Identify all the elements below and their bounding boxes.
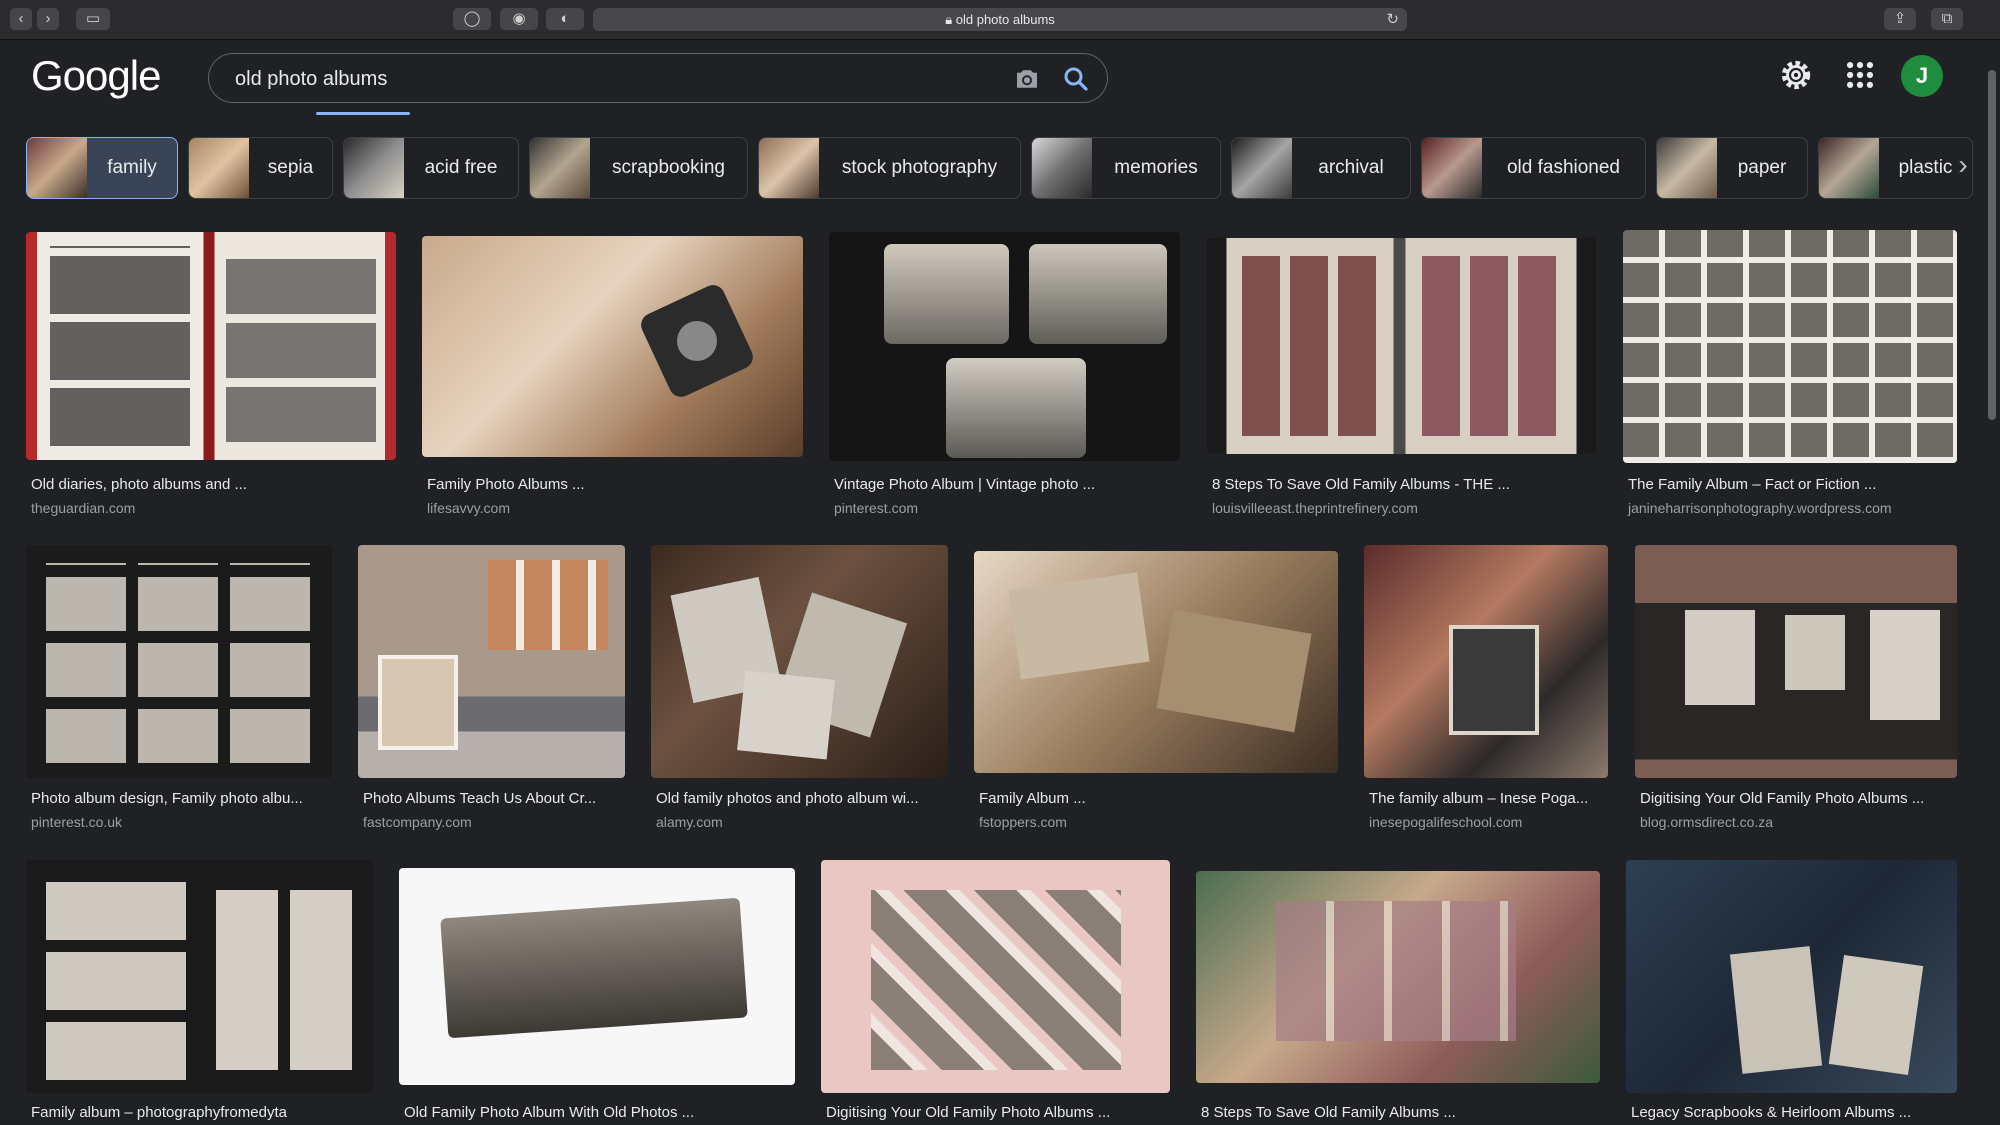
result-thumbnail [1635, 545, 1957, 778]
chip-thumbnail [1232, 138, 1292, 198]
chip-memories[interactable]: memories [1031, 137, 1221, 199]
address-bar[interactable]: 🔒︎ old photo albums ↻ [593, 8, 1407, 31]
lock-icon: 🔒︎ [945, 12, 953, 27]
result-title[interactable]: 8 Steps To Save Old Family Albums ... [1201, 1104, 1456, 1121]
chip-thumbnail [1422, 138, 1482, 198]
result-thumbnail [1364, 545, 1608, 778]
result-thumbnail [1196, 871, 1600, 1083]
chip-thumbnail [1032, 138, 1092, 198]
result-title[interactable]: Photo album design, Family photo albu... [31, 790, 303, 807]
result-source[interactable]: pinterest.co.uk [31, 814, 122, 830]
chip-label: stock photography [841, 157, 998, 178]
result-source[interactable]: fastcompany.com [363, 814, 472, 830]
browser-toolbar: ‹ › ▭ ◯ ◉ ◐ 🔒︎ old photo albums ↻ ⇪ ⧉ [0, 0, 2000, 40]
chip-label: scrapbooking [611, 157, 726, 178]
result-thumbnail [974, 551, 1338, 773]
result-title[interactable]: Legacy Scrapbooks & Heirloom Albums ... [1631, 1104, 1911, 1121]
result-source[interactable]: fstoppers.com [979, 814, 1067, 830]
chip-label: memories [1114, 157, 1198, 178]
result-thumbnail [829, 232, 1180, 461]
sidebar-toggle-icon[interactable]: ▭ [76, 8, 110, 30]
apps-grid-icon[interactable] [1843, 58, 1877, 92]
chip-family[interactable]: family [26, 137, 178, 199]
chips-next-arrow-icon[interactable]: › [1943, 134, 1983, 196]
account-avatar[interactable]: J [1901, 55, 1943, 97]
result-thumbnail [26, 860, 373, 1093]
result-thumbnail [26, 545, 332, 778]
chip-label: acid free [424, 157, 498, 178]
result-thumbnail [1623, 230, 1957, 463]
result-title[interactable]: Photo Albums Teach Us About Cr... [363, 790, 596, 807]
result-title[interactable]: Family album – photographyfromedyta [31, 1104, 287, 1121]
result-title[interactable]: Old family photos and photo album wi... [656, 790, 919, 807]
result-source[interactable]: alamy.com [656, 814, 723, 830]
chip-thumbnail [530, 138, 590, 198]
tabs-overview-icon[interactable]: ⧉ [1931, 8, 1963, 30]
chip-thumbnail [1819, 138, 1879, 198]
result-title[interactable]: Vintage Photo Album | Vintage photo ... [834, 476, 1095, 493]
result-source[interactable]: blog.ormsdirect.co.za [1640, 814, 1773, 830]
result-title[interactable]: The Family Album – Fact or Fiction ... [1628, 476, 1876, 493]
extension-2-icon[interactable]: ◉ [500, 8, 538, 30]
search-input[interactable] [235, 64, 975, 94]
camera-icon[interactable] [1012, 64, 1042, 94]
result-title[interactable]: Digitising Your Old Family Photo Albums … [826, 1104, 1110, 1121]
address-text: old photo albums [955, 12, 1055, 27]
chip-thumbnail [1657, 138, 1717, 198]
result-source[interactable]: inesepogalifeschool.com [1369, 814, 1522, 830]
result-title[interactable]: Family Album ... [979, 790, 1086, 807]
chip-acid-free[interactable]: acid free [343, 137, 519, 199]
search-icon[interactable] [1061, 64, 1091, 94]
extension-icon[interactable]: ◯ [453, 8, 491, 30]
chip-label: paper [1737, 157, 1787, 178]
chip-label: sepia [267, 157, 314, 178]
result-title[interactable]: Old Family Photo Album With Old Photos .… [404, 1104, 694, 1121]
result-thumbnail [1207, 238, 1596, 454]
result-source[interactable]: lifesavvy.com [427, 500, 510, 516]
chip-label: old fashioned [1506, 157, 1621, 178]
result-title[interactable]: Family Photo Albums ... [427, 476, 585, 493]
result-source[interactable]: pinterest.com [834, 500, 918, 516]
result-thumbnail [399, 868, 795, 1085]
extension-3-icon[interactable]: ◐ [546, 8, 584, 30]
result-title[interactable]: 8 Steps To Save Old Family Albums - THE … [1212, 476, 1510, 493]
result-thumbnail [651, 545, 948, 778]
chip-label: family [107, 157, 157, 178]
result-thumbnail [821, 860, 1170, 1093]
chip-paper[interactable]: paper [1656, 137, 1808, 199]
chip-thumbnail [27, 138, 87, 198]
settings-gear-icon[interactable] [1779, 58, 1813, 92]
chip-thumbnail [759, 138, 819, 198]
result-title[interactable]: The family album – Inese Poga... [1369, 790, 1588, 807]
images-tab-indicator [316, 112, 410, 115]
chip-stock-photography[interactable]: stock photography [758, 137, 1021, 199]
result-title[interactable]: Digitising Your Old Family Photo Albums … [1640, 790, 1924, 807]
google-logo[interactable]: Google [31, 52, 161, 100]
chip-sepia[interactable]: sepia [188, 137, 333, 199]
chip-thumbnail [344, 138, 404, 198]
result-thumbnail [422, 236, 803, 457]
result-source[interactable]: janineharrisonphotography.wordpress.com [1628, 500, 1892, 516]
result-source[interactable]: theguardian.com [31, 500, 135, 516]
result-title[interactable]: Old diaries, photo albums and ... [31, 476, 247, 493]
chip-archival[interactable]: archival [1231, 137, 1411, 199]
chip-scrapbooking[interactable]: scrapbooking [529, 137, 748, 199]
forward-icon[interactable]: › [37, 8, 59, 30]
result-source[interactable]: louisvilleeast.theprintrefinery.com [1212, 500, 1418, 516]
back-icon[interactable]: ‹ [10, 8, 32, 30]
share-icon[interactable]: ⇪ [1884, 8, 1916, 30]
search-box[interactable] [208, 53, 1108, 103]
chip-thumbnail [189, 138, 249, 198]
chip-label: archival [1318, 157, 1384, 178]
reload-icon[interactable]: ↻ [1386, 8, 1399, 31]
chip-old-fashioned[interactable]: old fashioned [1421, 137, 1646, 199]
result-thumbnail [26, 232, 396, 460]
result-thumbnail [358, 545, 625, 778]
result-thumbnail [1626, 860, 1957, 1093]
page-scrollbar[interactable] [1988, 70, 1996, 420]
